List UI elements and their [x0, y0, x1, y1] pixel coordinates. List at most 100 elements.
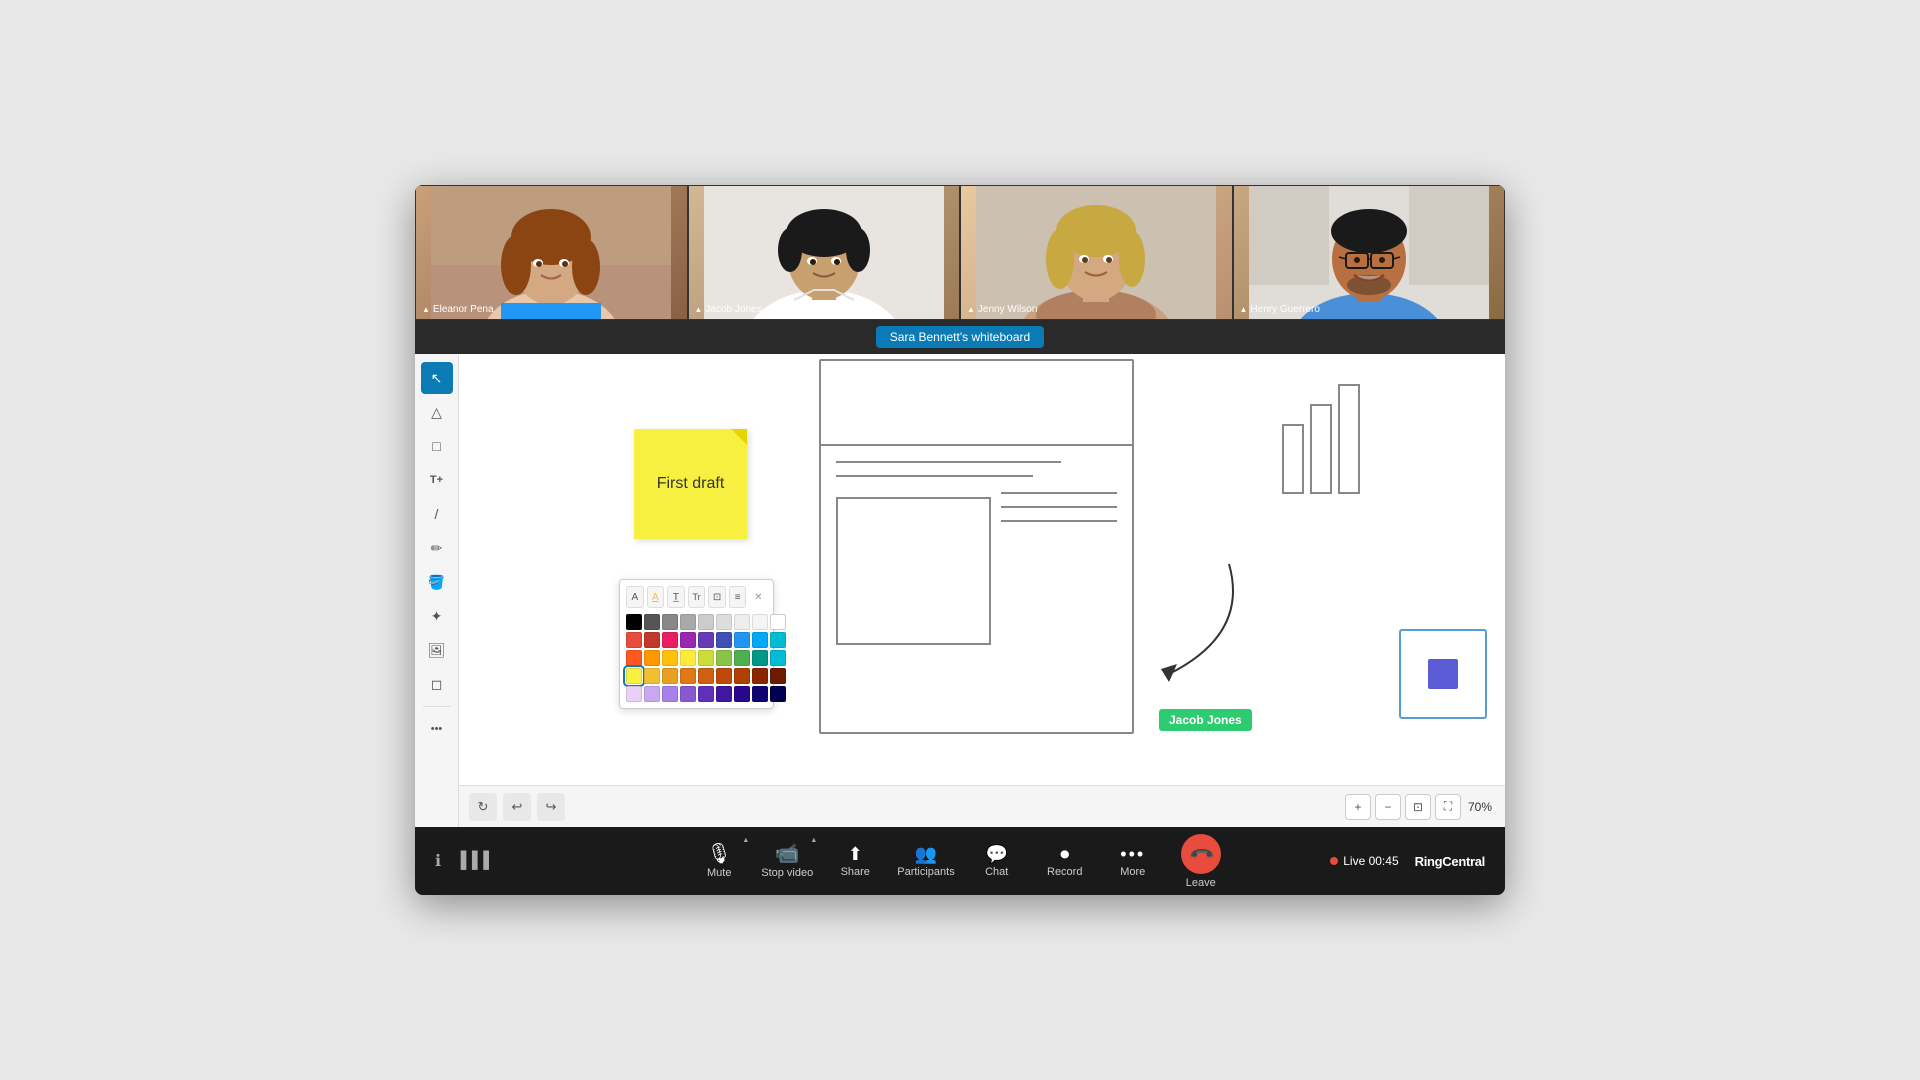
swatch-lav3[interactable]	[662, 686, 678, 702]
zoom-in-btn[interactable]: +	[1345, 794, 1371, 820]
tool-eraser[interactable]: ◻	[421, 668, 453, 700]
swatch-warm4[interactable]	[698, 668, 714, 684]
whiteboard-title-bar: Sara Bennett's whiteboard	[415, 320, 1505, 354]
tool-text[interactable]: T+	[421, 464, 453, 496]
swatch-purple1[interactable]	[680, 632, 696, 648]
swatch-cyan[interactable]	[770, 632, 786, 648]
zoom-fit-btn[interactable]: ⊡	[1405, 794, 1431, 820]
swatch-lightgreen[interactable]	[716, 650, 732, 666]
swatch-warm5[interactable]	[716, 668, 732, 684]
meeting-info-left: ℹ ▐▐▐	[435, 851, 489, 871]
video-tile-1[interactable]: ▲ Eleanor Pena	[415, 185, 688, 320]
wf-text-line-3	[1001, 520, 1117, 522]
video-caret[interactable]: ▲	[810, 837, 817, 844]
zoom-fullscreen-btn[interactable]: ⛶	[1435, 794, 1461, 820]
swatch-gray3[interactable]	[680, 614, 696, 630]
swatch-lav1[interactable]	[626, 686, 642, 702]
tool-magic[interactable]: ✦	[421, 600, 453, 632]
swatch-white[interactable]	[770, 614, 786, 630]
swatch-yellow[interactable]	[680, 650, 696, 666]
tool-fill[interactable]: 🪣	[421, 566, 453, 598]
wireframe-header	[821, 361, 1132, 446]
swatch-lav7[interactable]	[734, 686, 750, 702]
mini-widget	[1399, 629, 1487, 719]
color-tool-font[interactable]: A	[626, 586, 644, 608]
color-tool-tr[interactable]: Tr	[688, 586, 706, 608]
zoom-controls: + − ⊡ ⛶ 70%	[1345, 794, 1495, 820]
swatch-gray4[interactable]	[698, 614, 714, 630]
swatch-black[interactable]	[626, 614, 642, 630]
swatch-lime[interactable]	[698, 650, 714, 666]
swatch-pink[interactable]	[662, 632, 678, 648]
swatch-amber[interactable]	[662, 650, 678, 666]
sticky-note[interactable]: First draft	[634, 429, 747, 539]
swatch-green[interactable]	[734, 650, 750, 666]
whiteboard-canvas[interactable]: First draft A A T̲ Tr ⊡ ≡ ✕	[459, 354, 1505, 827]
color-tool-underline[interactable]: T̲	[667, 586, 685, 608]
swatch-lav8[interactable]	[752, 686, 768, 702]
more-button[interactable]: ••• More	[1099, 833, 1167, 889]
swatch-lav9[interactable]	[770, 686, 786, 702]
chat-button[interactable]: 💬 Chat	[963, 833, 1031, 889]
tool-rectangle[interactable]: □	[421, 430, 453, 462]
record-button[interactable]: ⏺ Record	[1031, 833, 1099, 889]
swatch-teal[interactable]	[752, 650, 768, 666]
participants-button[interactable]: 👥 Participants	[889, 833, 962, 889]
swatch-orange[interactable]	[644, 650, 660, 666]
swatch-gray1[interactable]	[644, 614, 660, 630]
mute-caret[interactable]: ▲	[742, 837, 749, 844]
wireframe-browser	[819, 359, 1134, 734]
swatch-warm7[interactable]	[752, 668, 768, 684]
swatch-deeporange[interactable]	[626, 650, 642, 666]
tool-select[interactable]: ↖	[421, 362, 453, 394]
swatch-lav6[interactable]	[716, 686, 732, 702]
swatch-gray6[interactable]	[734, 614, 750, 630]
zoom-level: 70%	[1465, 800, 1495, 814]
mute-button[interactable]: ▲ 🎙 Mute	[685, 833, 753, 889]
swatch-sticky-yellow[interactable]	[626, 668, 642, 684]
swatch-warm2[interactable]	[662, 668, 678, 684]
swatch-indigo[interactable]	[716, 632, 732, 648]
swatch-warm6[interactable]	[734, 668, 750, 684]
video-tile-3[interactable]: ▲ Jenny Wilson	[960, 185, 1233, 320]
undo-btn[interactable]: ↩	[503, 793, 531, 821]
color-tool-copy[interactable]: ⊡	[708, 586, 726, 608]
info-icon[interactable]: ℹ	[435, 851, 441, 871]
redo-btn[interactable]: ↪	[537, 793, 565, 821]
wf-text-line-1	[1001, 492, 1117, 494]
leave-button[interactable]: 📞 Leave	[1167, 833, 1235, 889]
swatch-warm3[interactable]	[680, 668, 696, 684]
rotate-btn[interactable]: ↻	[469, 793, 497, 821]
video-tile-4[interactable]: ▲ Henry Guerrero	[1233, 185, 1506, 320]
swatch-blue1[interactable]	[734, 632, 750, 648]
tool-triangle[interactable]: △	[421, 396, 453, 428]
swatch-cyan2[interactable]	[770, 650, 786, 666]
swatch-lav4[interactable]	[680, 686, 696, 702]
swatch-lav2[interactable]	[644, 686, 660, 702]
color-picker-close[interactable]: ✕	[749, 586, 767, 608]
swatch-red2[interactable]	[644, 632, 660, 648]
swatch-blue2[interactable]	[752, 632, 768, 648]
signal-bars-icon[interactable]: ▐▐▐	[455, 852, 489, 870]
swatch-gray7[interactable]	[752, 614, 768, 630]
tool-more-tools[interactable]: •••	[421, 713, 453, 745]
swatch-warm8[interactable]	[770, 668, 786, 684]
swatch-red1[interactable]	[626, 632, 642, 648]
stop-video-button[interactable]: ▲ 📹 Stop video	[753, 833, 821, 889]
tool-pen[interactable]: ✏	[421, 532, 453, 564]
share-button[interactable]: ⬆ Share	[821, 833, 889, 889]
swatch-purple2[interactable]	[698, 632, 714, 648]
more-icon: •••	[1120, 845, 1145, 863]
zoom-out-btn[interactable]: −	[1375, 794, 1401, 820]
tool-image[interactable]: 🖼	[421, 634, 453, 666]
swatch-warm1[interactable]	[644, 668, 660, 684]
video-tile-2[interactable]: ▲ Jacob Jones	[688, 185, 961, 320]
color-tool-highlight[interactable]: A	[647, 586, 665, 608]
color-tool-align[interactable]: ≡	[729, 586, 747, 608]
swatch-gray2[interactable]	[662, 614, 678, 630]
swatch-lav5[interactable]	[698, 686, 714, 702]
ringcentral-logo: RingCentral	[1415, 854, 1485, 869]
tool-line[interactable]: /	[421, 498, 453, 530]
swatch-gray5[interactable]	[716, 614, 732, 630]
participant-name-3: ▲ Jenny Wilson	[967, 304, 1037, 315]
